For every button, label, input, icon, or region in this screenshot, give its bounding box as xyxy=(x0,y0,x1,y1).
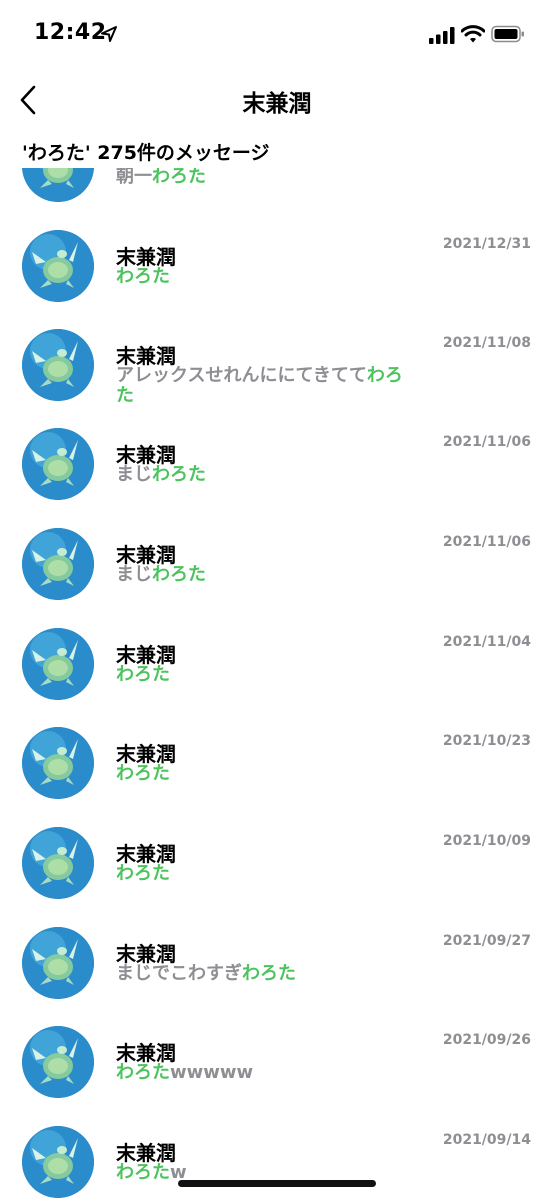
message-snippet: まじわろた xyxy=(116,465,416,485)
list-item[interactable]: 朝一わろた xyxy=(0,168,554,230)
cellular-signal-icon xyxy=(429,27,455,44)
highlighted-keyword: わろた xyxy=(116,1162,170,1183)
avatar xyxy=(22,927,94,999)
highlighted-keyword: わろた xyxy=(152,564,206,585)
highlighted-keyword: わろた xyxy=(242,963,296,984)
message-text: まじ xyxy=(116,464,152,485)
list-item[interactable]: 末兼潤 2021/09/26 わろたwwwww xyxy=(0,1026,554,1126)
avatar xyxy=(22,827,94,899)
message-text: 朝一 xyxy=(116,168,152,187)
message-date: 2021/11/06 xyxy=(442,434,531,450)
message-date: 2021/12/31 xyxy=(442,236,531,252)
highlighted-keyword: わろた xyxy=(152,464,206,485)
message-text: まじ xyxy=(116,564,152,585)
list-item[interactable]: 末兼潤 2021/11/04 わろた xyxy=(0,628,554,728)
turtle-image xyxy=(22,827,94,899)
highlighted-keyword: わろた xyxy=(116,763,170,784)
message-snippet: わろたwwwww xyxy=(116,1063,416,1083)
message-snippet: まじわろた xyxy=(116,565,416,585)
message-snippet: 朝一わろた xyxy=(116,168,416,187)
battery-icon xyxy=(491,25,524,43)
highlighted-keyword: わろた xyxy=(116,863,170,884)
list-item[interactable]: 末兼潤 2021/09/27 まじでこわすぎわろた xyxy=(0,927,554,1027)
message-date: 2021/11/06 xyxy=(442,534,531,550)
list-item[interactable]: 末兼潤 2021/10/09 わろた xyxy=(0,827,554,927)
message-date: 2021/11/08 xyxy=(442,335,531,351)
status-time: 12:42 xyxy=(34,20,107,45)
turtle-image xyxy=(22,230,94,302)
turtle-image xyxy=(22,168,94,202)
turtle-image xyxy=(22,927,94,999)
avatar xyxy=(22,428,94,500)
turtle-image xyxy=(22,1026,94,1098)
message-snippet: わろた xyxy=(116,665,416,685)
list-item[interactable]: 末兼潤 2021/10/23 わろた xyxy=(0,727,554,827)
turtle-image xyxy=(22,628,94,700)
message-snippet: まじでこわすぎわろた xyxy=(116,964,416,984)
message-text: まじでこわすぎ xyxy=(116,963,242,984)
list-item[interactable]: 末兼潤 2021/11/06 まじわろた xyxy=(0,428,554,528)
status-bar: 12:42 xyxy=(0,0,554,70)
message-date: 2021/10/09 xyxy=(442,833,531,849)
avatar xyxy=(22,628,94,700)
turtle-image xyxy=(22,1126,94,1198)
message-text: アレックスせれんににてきてて xyxy=(116,365,367,386)
message-snippet: わろた xyxy=(116,864,416,884)
avatar xyxy=(22,1026,94,1098)
message-result-list: 朝一わろた 末兼潤 2021/12/31 わろた 末兼潤 2021/11/08 アレックス… xyxy=(0,168,554,1200)
page-title: 末兼潤 xyxy=(242,91,312,117)
avatar xyxy=(22,727,94,799)
avatar xyxy=(22,528,94,600)
turtle-image xyxy=(22,428,94,500)
list-item[interactable]: 末兼潤 2021/12/31 わろた xyxy=(0,230,554,330)
highlighted-keyword: わろた xyxy=(152,168,206,187)
message-date: 2021/09/26 xyxy=(442,1032,531,1048)
highlighted-keyword: わろた xyxy=(116,266,170,287)
wifi-icon xyxy=(461,25,485,43)
list-item[interactable]: 末兼潤 2021/11/08 アレックスせれんににてきててわろた xyxy=(0,329,554,429)
list-item[interactable]: 末兼潤 2021/11/06 まじわろた xyxy=(0,528,554,628)
turtle-image xyxy=(22,528,94,600)
avatar xyxy=(22,329,94,401)
message-snippet: アレックスせれんににてきててわろた xyxy=(116,366,416,406)
message-date: 2021/09/27 xyxy=(442,933,531,949)
message-date: 2021/11/04 xyxy=(442,634,531,650)
navigation-bar: 末兼潤 xyxy=(0,74,554,126)
search-result-count: 'わろた' 275件のメッセージ xyxy=(22,142,270,164)
avatar xyxy=(22,168,94,202)
message-text: wwwww xyxy=(170,1062,254,1083)
message-snippet: わろた xyxy=(116,764,416,784)
message-date: 2021/10/23 xyxy=(442,733,531,749)
highlighted-keyword: わろた xyxy=(116,664,170,685)
message-date: 2021/09/14 xyxy=(442,1132,531,1148)
avatar xyxy=(22,1126,94,1198)
avatar xyxy=(22,230,94,302)
message-snippet: わろた xyxy=(116,267,416,287)
highlighted-keyword: わろた xyxy=(116,1062,170,1083)
turtle-image xyxy=(22,329,94,401)
list-item[interactable]: 末兼潤 2021/09/14 わろたw xyxy=(0,1126,554,1200)
home-indicator xyxy=(178,1180,376,1187)
turtle-image xyxy=(22,727,94,799)
location-arrow-icon xyxy=(101,26,117,42)
